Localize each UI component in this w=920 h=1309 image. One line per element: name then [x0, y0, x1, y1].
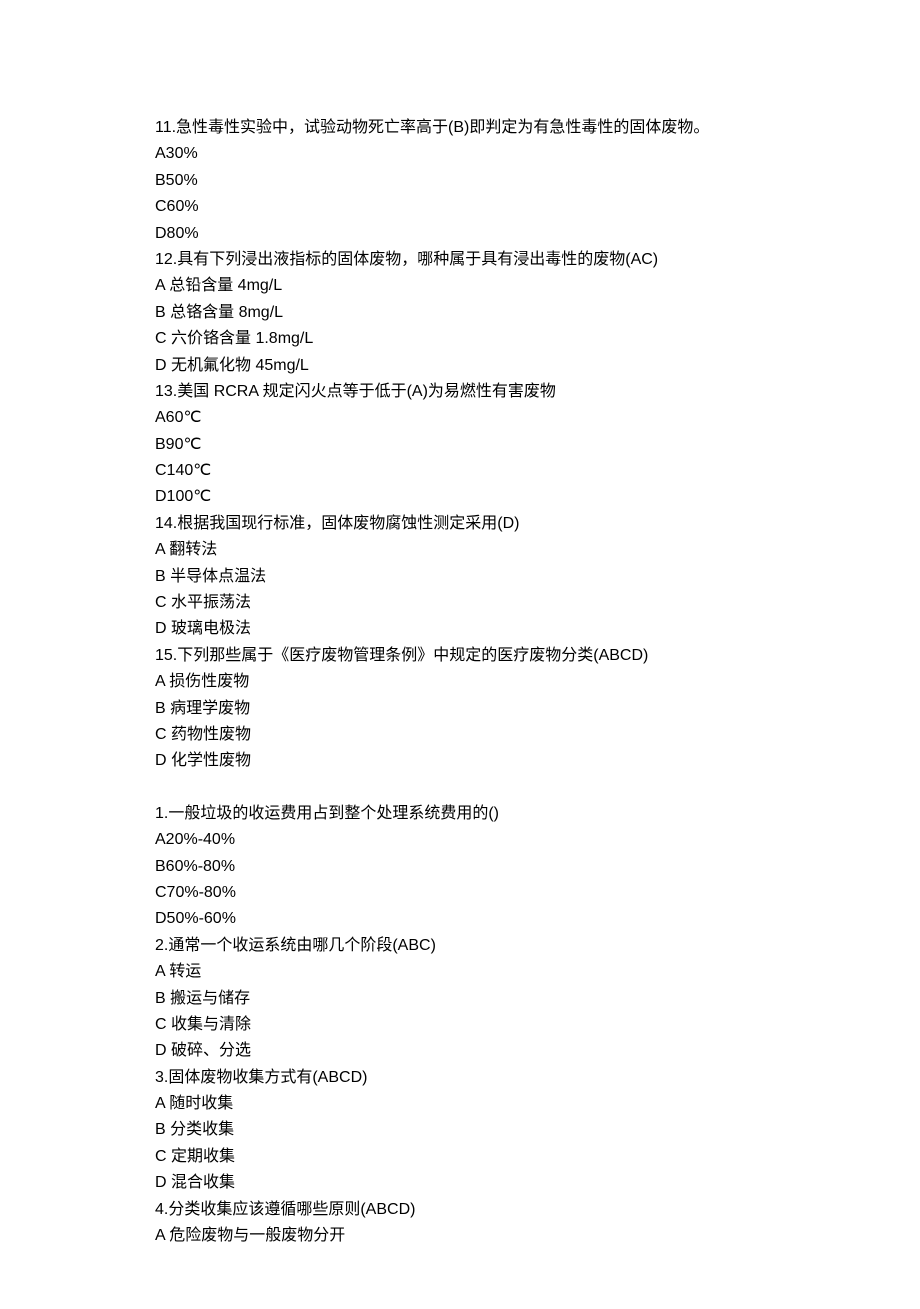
question-4: 4.分类收集应该遵循哪些原则(ABCD) A 危险废物与一般废物分开 [155, 1197, 765, 1250]
question-option: C140℃ [155, 458, 765, 484]
section-divider [155, 775, 765, 801]
question-option: A 随时收集 [155, 1091, 765, 1117]
question-stem: 13.美国 RCRA 规定闪火点等于低于(A)为易燃性有害废物 [155, 379, 765, 405]
question-stem: 3.固体废物收集方式有(ABCD) [155, 1065, 765, 1091]
question-option: A30% [155, 141, 765, 167]
question-option: D 玻璃电极法 [155, 616, 765, 642]
question-option: C 六价铬含量 1.8mg/L [155, 326, 765, 352]
question-stem: 14.根据我国现行标准，固体废物腐蚀性测定采用(D) [155, 511, 765, 537]
question-option: D 化学性废物 [155, 748, 765, 774]
question-option: A 损伤性废物 [155, 669, 765, 695]
question-stem: 2.通常一个收运系统由哪几个阶段(ABC) [155, 933, 765, 959]
question-option: B 半导体点温法 [155, 564, 765, 590]
question-stem: 15.下列那些属于《医疗废物管理条例》中规定的医疗废物分类(ABCD) [155, 643, 765, 669]
question-13: 13.美国 RCRA 规定闪火点等于低于(A)为易燃性有害废物 A60℃ B90… [155, 379, 765, 511]
question-option: C 药物性废物 [155, 722, 765, 748]
question-option: C60% [155, 194, 765, 220]
question-option: D80% [155, 221, 765, 247]
question-option: C 定期收集 [155, 1144, 765, 1170]
question-3: 3.固体废物收集方式有(ABCD) A 随时收集 B 分类收集 C 定期收集 D… [155, 1065, 765, 1197]
question-stem: 1.一般垃圾的收运费用占到整个处理系统费用的() [155, 801, 765, 827]
question-option: C 收集与清除 [155, 1012, 765, 1038]
question-option: A 转运 [155, 959, 765, 985]
question-option: C 水平振荡法 [155, 590, 765, 616]
question-option: A 翻转法 [155, 537, 765, 563]
question-1: 1.一般垃圾的收运费用占到整个处理系统费用的() A20%-40% B60%-8… [155, 801, 765, 933]
question-15: 15.下列那些属于《医疗废物管理条例》中规定的医疗废物分类(ABCD) A 损伤… [155, 643, 765, 775]
question-option: A60℃ [155, 405, 765, 431]
question-stem: 4.分类收集应该遵循哪些原则(ABCD) [155, 1197, 765, 1223]
question-option: B60%-80% [155, 854, 765, 880]
question-option: D50%-60% [155, 906, 765, 932]
question-14: 14.根据我国现行标准，固体废物腐蚀性测定采用(D) A 翻转法 B 半导体点温… [155, 511, 765, 643]
question-option: B 病理学废物 [155, 696, 765, 722]
question-12: 12.具有下列浸出液指标的固体废物，哪种属于具有浸出毒性的废物(AC) A 总铅… [155, 247, 765, 379]
question-option: C70%-80% [155, 880, 765, 906]
question-stem: 12.具有下列浸出液指标的固体废物，哪种属于具有浸出毒性的废物(AC) [155, 247, 765, 273]
question-option: D 混合收集 [155, 1170, 765, 1196]
question-option: A 总铅含量 4mg/L [155, 273, 765, 299]
question-stem: 11.急性毒性实验中，试验动物死亡率高于(B)即判定为有急性毒性的固体废物。 [155, 115, 765, 141]
question-option: D 无机氟化物 45mg/L [155, 353, 765, 379]
question-option: D100℃ [155, 484, 765, 510]
question-2: 2.通常一个收运系统由哪几个阶段(ABC) A 转运 B 搬运与储存 C 收集与… [155, 933, 765, 1065]
question-option: B 总铬含量 8mg/L [155, 300, 765, 326]
question-option: B 搬运与储存 [155, 986, 765, 1012]
question-option: B 分类收集 [155, 1117, 765, 1143]
question-11: 11.急性毒性实验中，试验动物死亡率高于(B)即判定为有急性毒性的固体废物。 A… [155, 115, 765, 247]
question-option: D 破碎、分选 [155, 1038, 765, 1064]
question-option: B90℃ [155, 432, 765, 458]
question-option: A 危险废物与一般废物分开 [155, 1223, 765, 1249]
question-option: A20%-40% [155, 827, 765, 853]
question-option: B50% [155, 168, 765, 194]
